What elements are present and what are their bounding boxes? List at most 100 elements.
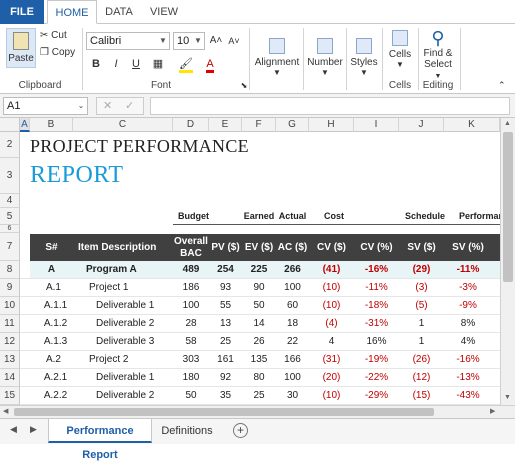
horizontal-scrollbar[interactable]: ◀ ▶ xyxy=(0,405,515,418)
column-header-c[interactable]: C xyxy=(73,118,173,132)
table-cell-desc[interactable]: Project 2 xyxy=(73,351,173,369)
sheet-tab-definitions[interactable]: Definitions xyxy=(156,419,218,443)
column-header-b[interactable]: B xyxy=(30,118,73,132)
table-cell-ev[interactable]: 135 xyxy=(242,351,276,369)
column-header-a[interactable]: A xyxy=(20,118,30,132)
tab-data[interactable]: DATA xyxy=(100,0,138,24)
table-cell-cv[interactable]: (4) xyxy=(309,315,354,333)
tab-home[interactable]: HOME xyxy=(47,0,97,24)
table-cell-desc[interactable]: Deliverable 2 xyxy=(73,387,173,405)
name-box[interactable]: A1 ⌄ xyxy=(3,97,88,115)
table-cell-desc[interactable]: Program A xyxy=(73,261,173,279)
alignment-button[interactable]: Alignment ▼ xyxy=(254,38,300,77)
grow-font-button[interactable]: A˄ xyxy=(208,33,224,49)
table-cell-cv[interactable]: (10) xyxy=(309,387,354,405)
table-cell-ac[interactable]: 100 xyxy=(276,279,309,297)
table-cell-cvp[interactable]: -16% xyxy=(354,261,399,279)
column-header-g[interactable]: G xyxy=(276,118,309,132)
table-cell-svp[interactable]: 4% xyxy=(444,333,492,351)
table-cell-sv[interactable]: 1 xyxy=(399,315,444,333)
row-header[interactable]: 12 xyxy=(0,333,20,351)
table-cell-cv[interactable]: (10) xyxy=(309,297,354,315)
table-cell-cvp[interactable]: -29% xyxy=(354,387,399,405)
collapse-ribbon-icon[interactable]: ⌃ xyxy=(498,80,506,91)
table-cell-ev[interactable]: 225 xyxy=(242,261,276,279)
table-cell-ev[interactable]: 25 xyxy=(242,387,276,405)
row-header[interactable]: 14 xyxy=(0,369,20,387)
table-cell-sn[interactable]: A.2 xyxy=(30,351,73,369)
row-header[interactable]: 7 xyxy=(0,233,20,261)
table-cell-sv[interactable]: (3) xyxy=(399,279,444,297)
table-cell-sn[interactable]: A xyxy=(30,261,73,279)
vertical-scroll-thumb[interactable] xyxy=(503,132,513,282)
bold-button[interactable]: B xyxy=(88,56,104,72)
font-size-combo[interactable]: 10 ▼ xyxy=(173,32,205,50)
table-cell-pv[interactable]: 93 xyxy=(209,279,242,297)
borders-button[interactable]: ▦ xyxy=(150,56,166,72)
row-header[interactable]: 3 xyxy=(0,158,20,194)
row-header[interactable]: 9 xyxy=(0,279,20,297)
font-name-combo[interactable]: Calibri ▼ xyxy=(86,32,170,50)
cells-button[interactable]: Cells ▼ xyxy=(386,30,414,69)
font-color-button[interactable]: A xyxy=(200,56,220,73)
table-cell-ac[interactable]: 166 xyxy=(276,351,309,369)
number-button[interactable]: Number ▼ xyxy=(306,38,344,77)
table-cell-cv[interactable]: (31) xyxy=(309,351,354,369)
cut-button[interactable]: ✂ Cut xyxy=(40,29,67,43)
table-cell-ev[interactable]: 14 xyxy=(242,315,276,333)
table-cell-sn[interactable]: A.1.1 xyxy=(30,297,73,315)
row-header[interactable]: 6 xyxy=(0,225,20,233)
spreadsheet-grid[interactable]: A B C D E F G H I J K 2 3 4 5 6 7 8 9 10… xyxy=(0,118,500,405)
row-header[interactable]: 8 xyxy=(0,261,20,279)
horizontal-scroll-thumb[interactable] xyxy=(14,408,434,416)
table-cell-sn[interactable]: A.1.2 xyxy=(30,315,73,333)
table-cell-ev[interactable]: 50 xyxy=(242,297,276,315)
row-header[interactable]: 13 xyxy=(0,351,20,369)
table-cell-sv[interactable]: 1 xyxy=(399,333,444,351)
prev-sheet-icon[interactable]: ◀ xyxy=(10,424,17,435)
table-cell-cvp[interactable]: -18% xyxy=(354,297,399,315)
table-cell-sv[interactable]: (5) xyxy=(399,297,444,315)
add-sheet-button[interactable]: + xyxy=(233,423,248,438)
row-header[interactable]: 10 xyxy=(0,297,20,315)
table-cell-desc[interactable]: Deliverable 1 xyxy=(73,297,173,315)
table-cell-desc[interactable]: Deliverable 1 xyxy=(73,369,173,387)
paste-button[interactable]: Paste xyxy=(6,28,36,68)
table-cell-svp[interactable]: -43% xyxy=(444,387,492,405)
table-cell-ac[interactable]: 100 xyxy=(276,369,309,387)
next-sheet-icon[interactable]: ▶ xyxy=(30,424,37,435)
table-cell-cvp[interactable]: -19% xyxy=(354,351,399,369)
column-header-h[interactable]: H xyxy=(309,118,354,132)
enter-icon[interactable]: ✓ xyxy=(125,99,134,112)
table-cell-desc[interactable]: Deliverable 2 xyxy=(73,315,173,333)
table-cell-desc[interactable]: Project 1 xyxy=(73,279,173,297)
table-cell-bac[interactable]: 186 xyxy=(173,279,209,297)
fill-color-button[interactable]: 🖌 xyxy=(176,56,196,73)
row-header[interactable]: 11 xyxy=(0,315,20,333)
table-cell-pv[interactable]: 92 xyxy=(209,369,242,387)
table-cell-svp[interactable]: -11% xyxy=(444,261,492,279)
underline-button[interactable]: U xyxy=(128,56,144,72)
table-cell-cv[interactable]: (20) xyxy=(309,369,354,387)
italic-button[interactable]: I xyxy=(108,56,124,72)
table-cell-pv[interactable]: 55 xyxy=(209,297,242,315)
table-cell-sv[interactable]: (29) xyxy=(399,261,444,279)
scroll-right-icon[interactable]: ▶ xyxy=(490,407,495,415)
table-cell-ac[interactable]: 60 xyxy=(276,297,309,315)
table-cell-bac[interactable]: 28 xyxy=(173,315,209,333)
table-cell-sv[interactable]: (12) xyxy=(399,369,444,387)
table-cell-bac[interactable]: 180 xyxy=(173,369,209,387)
shrink-font-button[interactable]: A˅ xyxy=(226,33,242,49)
table-cell-bac[interactable]: 50 xyxy=(173,387,209,405)
table-cell-bac[interactable]: 303 xyxy=(173,351,209,369)
table-cell-cvp[interactable]: -31% xyxy=(354,315,399,333)
table-cell-pv[interactable]: 13 xyxy=(209,315,242,333)
sheet-tab-performance-report[interactable]: Performance Report xyxy=(48,419,152,461)
column-header-d[interactable]: D xyxy=(173,118,209,132)
table-cell-sn[interactable]: A.2.1 xyxy=(30,369,73,387)
select-all-corner[interactable] xyxy=(0,118,20,132)
table-cell-svp[interactable]: -13% xyxy=(444,369,492,387)
table-cell-ev[interactable]: 80 xyxy=(242,369,276,387)
styles-button[interactable]: Styles ▼ xyxy=(349,38,379,77)
table-cell-sv[interactable]: (26) xyxy=(399,351,444,369)
